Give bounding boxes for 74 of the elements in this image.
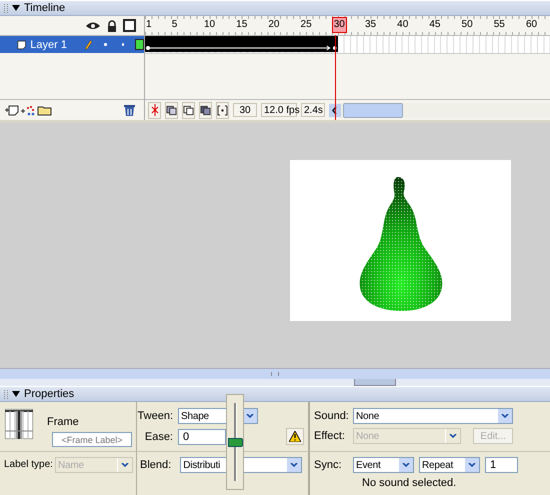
- playhead-line[interactable]: [334, 35, 336, 120]
- eye-icon[interactable]: [85, 20, 101, 30]
- frame-label-field[interactable]: <Frame Label>: [52, 432, 132, 447]
- stage-scrollbar[interactable]: [0, 368, 550, 379]
- add-layer-icon[interactable]: [5, 104, 19, 116]
- frame-number: 40: [396, 19, 410, 31]
- frame-number: 30: [332, 17, 347, 33]
- panel-title: Timeline: [24, 2, 66, 14]
- field-label: Sync:: [313, 459, 343, 471]
- caret-icon: [120, 462, 129, 468]
- playhead-marker-icon: [150, 104, 158, 116]
- panel-header[interactable]: Timeline: [0, 0, 550, 16]
- frame-number: 45: [428, 19, 442, 31]
- layer-color-swatch[interactable]: [135, 39, 144, 50]
- repeat-dropdown[interactable]: Repeat: [419, 457, 480, 473]
- visibility-dot[interactable]: [104, 43, 107, 46]
- frame-number: 50: [460, 19, 474, 31]
- add-guide-layer-icon[interactable]: [21, 104, 35, 116]
- folder-icon[interactable]: [37, 104, 52, 116]
- sync-dropdown[interactable]: Event: [353, 457, 414, 473]
- frame-number: 1: [145, 19, 153, 31]
- panel-header[interactable]: Properties: [0, 386, 550, 402]
- onion-outline-button[interactable]: [182, 102, 195, 118]
- ease-field[interactable]: 0: [178, 428, 226, 444]
- caret-icon: [468, 462, 476, 468]
- field-label: Tween:: [137, 410, 173, 422]
- frame-row[interactable]: [145, 36, 550, 54]
- collapse-arrow-icon[interactable]: [12, 5, 20, 11]
- lock-icon[interactable]: [107, 20, 117, 32]
- splitter-handle[interactable]: [354, 379, 396, 386]
- caret-icon: [246, 414, 254, 418]
- timeline-scrollbar[interactable]: [329, 102, 550, 118]
- frame-number: 15: [235, 19, 248, 31]
- edit-multiple-frames-button[interactable]: [199, 102, 212, 118]
- onion-skin-button[interactable]: [165, 102, 178, 118]
- outline-icon[interactable]: [123, 19, 136, 32]
- caret-icon: [290, 462, 298, 468]
- field-label: Effect:: [313, 430, 346, 442]
- frame-title: Frame: [47, 416, 80, 428]
- sound-dropdown[interactable]: None: [353, 408, 513, 424]
- frame-number: 25: [300, 19, 313, 31]
- layer-name: Layer 1: [30, 38, 68, 50]
- repeat-count-field[interactable]: 1: [485, 457, 518, 473]
- ease-slider-popup-menu[interactable]: [226, 394, 244, 490]
- frame-number: 60: [524, 19, 538, 31]
- frame-rate: 12.0 fps: [261, 103, 297, 117]
- frame-number: 35: [364, 19, 378, 31]
- slider-thumb[interactable]: [228, 438, 242, 447]
- field-label: Ease:: [144, 430, 173, 442]
- warning-button[interactable]: [286, 428, 304, 445]
- panel-title: Properties: [24, 388, 74, 400]
- frame-ruler[interactable]: 1 5 10 15 20 25 30 35 40 45 50 55 60: [145, 16, 550, 36]
- field-label: Sound:: [313, 410, 348, 422]
- lock-dot[interactable]: [122, 43, 124, 46]
- caret-icon: [449, 434, 457, 438]
- collapse-arrow-icon[interactable]: [12, 391, 20, 397]
- trash-icon[interactable]: [124, 104, 135, 116]
- frame-number: 10: [202, 19, 216, 31]
- current-frame: 30: [233, 103, 257, 117]
- caret-icon: [501, 414, 509, 418]
- frame-number: 5: [170, 19, 178, 31]
- pencil-icon: [85, 38, 92, 50]
- layer-icon: [17, 38, 26, 50]
- sound-status: No sound selected.: [361, 477, 458, 489]
- caret-icon: [402, 462, 410, 468]
- frame-number: 20: [267, 19, 280, 31]
- center-frame-button[interactable]: [148, 102, 161, 118]
- frame-number: 55: [492, 19, 506, 31]
- layer-row[interactable]: Layer 1: [0, 36, 144, 53]
- field-label: Blend:: [140, 458, 172, 471]
- onion-markers-button[interactable]: [216, 102, 229, 118]
- elapsed-time: 2.4s: [301, 103, 325, 117]
- frame-icon: [5, 409, 33, 439]
- field-label: Label type:: [4, 458, 53, 470]
